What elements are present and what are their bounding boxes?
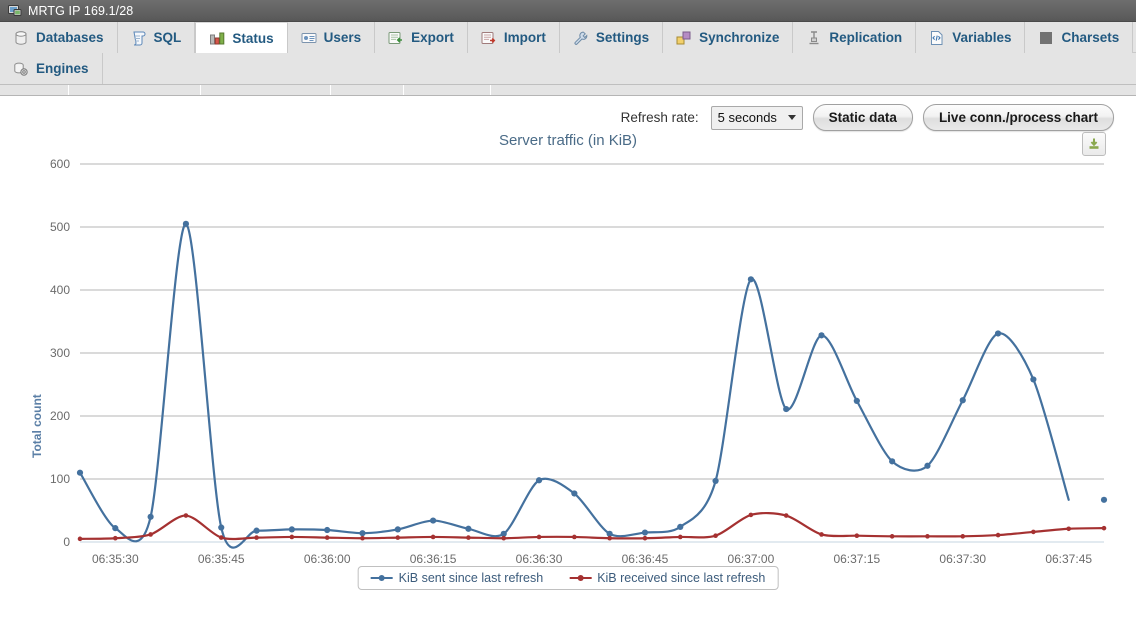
tab-users-label: Users <box>323 30 362 45</box>
refresh-rate-label: Refresh rate: <box>620 110 699 125</box>
static-data-button[interactable]: Static data <box>812 104 913 131</box>
tab-engines-label: Engines <box>36 61 89 76</box>
tab-databases[interactable]: Databases <box>0 22 118 53</box>
refresh-rate-select[interactable]: 5 seconds <box>710 105 803 130</box>
wrench-icon <box>573 30 589 46</box>
svg-text:06:36:30: 06:36:30 <box>516 552 563 566</box>
svg-text:300: 300 <box>50 346 70 360</box>
svg-text:06:37:30: 06:37:30 <box>939 552 986 566</box>
chevron-down-icon <box>787 115 796 120</box>
tab-status-label: Status <box>232 30 274 46</box>
database-icon <box>13 30 29 46</box>
svg-text:200: 200 <box>50 409 70 423</box>
svg-text:100: 100 <box>50 472 70 486</box>
status-content: Refresh rate: 5 seconds Static data Live… <box>0 96 1136 626</box>
svg-text:06:35:45: 06:35:45 <box>198 552 245 566</box>
tab-engines[interactable]: Engines <box>0 53 103 84</box>
svg-text:06:37:00: 06:37:00 <box>728 552 775 566</box>
tab-databases-label: Databases <box>36 30 104 45</box>
svg-text:500: 500 <box>50 220 70 234</box>
chart-toolbar: Refresh rate: 5 seconds Static data Live… <box>0 96 1136 131</box>
users-card-icon <box>301 30 317 46</box>
legend-label-received: KiB received since last refresh <box>597 571 766 585</box>
refresh-rate-value: 5 seconds <box>717 110 777 125</box>
nav-row-secondary: Engines <box>0 53 1136 84</box>
tab-settings-label: Settings <box>595 30 650 45</box>
replication-icon <box>806 30 822 46</box>
svg-text:400: 400 <box>50 283 70 297</box>
tab-replication-label: Replication <box>829 30 903 45</box>
tab-synchronize[interactable]: Synchronize <box>663 22 794 53</box>
server-traffic-chart: Server traffic (in KiB) Total count 0 100… <box>0 128 1136 608</box>
svg-text:600: 600 <box>50 157 70 171</box>
export-icon <box>388 30 404 46</box>
svg-text:0: 0 <box>63 535 70 549</box>
tab-export[interactable]: Export <box>375 22 468 53</box>
tab-users[interactable]: Users <box>287 22 376 53</box>
svg-text:06:37:15: 06:37:15 <box>833 552 880 566</box>
svg-text:06:36:00: 06:36:00 <box>304 552 351 566</box>
svg-text:06:36:45: 06:36:45 <box>622 552 669 566</box>
window-title: MRTG IP 169.1/28 <box>28 3 134 18</box>
live-chart-button[interactable]: Live conn./process chart <box>922 104 1114 131</box>
tab-import[interactable]: Import <box>467 22 560 53</box>
tab-sql-label: SQL <box>153 30 182 45</box>
legend-item-received[interactable]: KiB received since last refresh <box>569 571 765 585</box>
import-icon <box>481 30 497 46</box>
legend-item-sent[interactable]: KiB sent since last refresh <box>370 571 544 585</box>
tab-replication[interactable]: Replication <box>793 22 917 53</box>
legend-marker-sent <box>370 573 393 583</box>
main-navigation: Databases SQL Status Users Export Import… <box>0 22 1136 85</box>
synchronize-icon <box>676 30 692 46</box>
scrolled-subtab-strip <box>0 85 1136 96</box>
tab-charsets[interactable]: Charsets <box>1025 22 1134 53</box>
nav-filler-secondary <box>102 53 1136 84</box>
variables-code-icon <box>929 30 945 46</box>
tab-export-label: Export <box>411 30 454 45</box>
charsets-lines-icon <box>1038 30 1054 46</box>
tab-sql[interactable]: SQL <box>117 22 196 53</box>
tab-settings[interactable]: Settings <box>559 22 664 53</box>
tab-charsets-label: Charsets <box>1061 30 1120 45</box>
tab-synchronize-label: Synchronize <box>699 30 780 45</box>
computer-monitor-icon <box>8 4 22 18</box>
svg-text:06:36:15: 06:36:15 <box>410 552 457 566</box>
tab-import-label: Import <box>503 30 546 45</box>
sql-scroll-icon <box>131 30 147 46</box>
legend-marker-received <box>569 573 592 583</box>
nav-row-primary: Databases SQL Status Users Export Import… <box>0 22 1136 53</box>
legend-label-sent: KiB sent since last refresh <box>398 571 544 585</box>
tab-variables[interactable]: Variables <box>916 22 1026 53</box>
engines-gear-icon <box>13 61 29 77</box>
svg-text:06:35:30: 06:35:30 <box>92 552 139 566</box>
tab-variables-label: Variables <box>952 30 1012 45</box>
svg-text:06:37:45: 06:37:45 <box>1045 552 1092 566</box>
chart-plot-area: 0 100 200 300 400 500 600 06:35:30 06:35:45 06:36… <box>50 157 1108 566</box>
tab-status[interactable]: Status <box>195 22 288 53</box>
chart-legend: KiB sent since last refresh KiB received… <box>357 566 779 590</box>
status-chart-icon <box>209 30 225 46</box>
window-titlebar: MRTG IP 169.1/28 <box>0 0 1136 22</box>
